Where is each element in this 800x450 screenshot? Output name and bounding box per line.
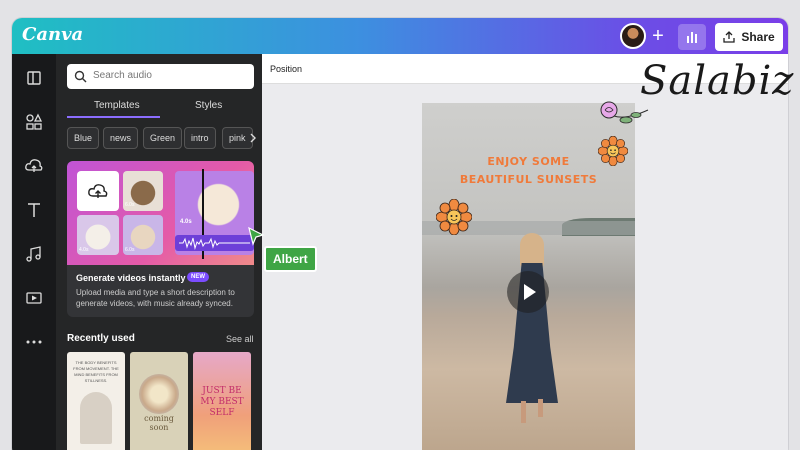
collaborator-name-label: Albert xyxy=(264,246,317,272)
audio-panel: Search audio Templates Styles Blue news … xyxy=(56,54,262,450)
share-button[interactable]: Share xyxy=(715,23,783,51)
generate-videos-card[interactable]: 6.0s 4.0s 6.0s 4.0s Generate videos inst… xyxy=(67,161,254,317)
promo-title: Generate videos instantly xyxy=(76,273,186,283)
insights-button[interactable] xyxy=(678,24,706,50)
share-label: Share xyxy=(741,30,775,44)
thumb-text: THE BODY BENEFITS FROM MOVEMENT. THE MIN… xyxy=(73,360,119,383)
search-icon xyxy=(74,70,87,83)
tile-duration: 6.0s xyxy=(125,202,135,208)
chip-blue[interactable]: Blue xyxy=(67,127,100,149)
yoga-figure-image xyxy=(80,392,112,444)
bar-chart-icon xyxy=(687,32,697,43)
canva-logo[interactable]: Canva xyxy=(22,24,83,45)
chevron-right-icon[interactable] xyxy=(249,133,257,143)
tile-duration: 4.0s xyxy=(79,247,89,253)
user-avatar[interactable] xyxy=(620,23,646,49)
thumb-text: coming soon xyxy=(144,414,174,432)
elements-icon[interactable] xyxy=(24,112,44,132)
position-button[interactable]: Position xyxy=(270,64,302,74)
recently-used-heading: Recently used xyxy=(67,333,135,344)
play-button[interactable] xyxy=(507,271,549,313)
text-icon[interactable] xyxy=(24,200,44,220)
recent-template-thumb[interactable]: THE BODY BENEFITS FROM MOVEMENT. THE MIN… xyxy=(67,352,125,450)
recent-template-thumb[interactable]: coming soon xyxy=(130,352,188,450)
see-all-link[interactable]: See all xyxy=(226,334,254,344)
flower-sticker-icon xyxy=(598,136,628,166)
chip-green[interactable]: Green xyxy=(143,127,183,149)
videos-icon[interactable] xyxy=(24,288,44,308)
woman-leg xyxy=(538,399,543,417)
tile-duration: 6.0s xyxy=(125,247,135,253)
recent-template-thumb[interactable]: JUST BE MY BEST SELF xyxy=(193,352,251,450)
promo-banner: 6.0s 4.0s 6.0s 4.0s xyxy=(67,161,254,265)
upload-tile xyxy=(77,171,119,211)
top-bar: Canva + Share xyxy=(12,18,788,54)
design-headline-line2: BEAUTIFUL SUNSETS xyxy=(459,173,598,186)
tile-duration: 4.0s xyxy=(180,219,192,225)
tab-templates[interactable]: Templates xyxy=(94,100,140,111)
audio-icon[interactable] xyxy=(24,244,44,264)
flower-sticker-icon xyxy=(436,199,472,235)
new-badge: NEW xyxy=(187,272,209,282)
chip-news[interactable]: news xyxy=(103,127,139,149)
active-tab-indicator xyxy=(67,116,160,118)
uploads-icon[interactable] xyxy=(24,156,44,176)
add-collaborator-button[interactable]: + xyxy=(646,24,670,48)
play-icon xyxy=(524,284,536,300)
tab-styles[interactable]: Styles xyxy=(195,100,222,111)
design-icon[interactable] xyxy=(24,68,44,88)
gradient-orb-image xyxy=(139,374,179,414)
more-icon[interactable] xyxy=(24,332,44,352)
chip-pink[interactable]: pink xyxy=(222,127,253,149)
chip-intro[interactable]: intro xyxy=(184,127,216,149)
editor-canvas: Position ENJOY SOME BEAUTIFUL SUNSETS xyxy=(262,54,788,450)
salabiz-signature: Salabiz xyxy=(640,58,795,104)
sidebar-rail xyxy=(12,54,56,450)
woman-leg xyxy=(521,401,526,423)
search-audio-input[interactable]: Search audio xyxy=(67,64,254,89)
collaborator-cursor-icon xyxy=(248,226,265,246)
share-upload-icon xyxy=(723,31,735,43)
search-placeholder: Search audio xyxy=(93,70,152,81)
audio-waveform-icon xyxy=(175,235,254,251)
thumb-text: JUST BE MY BEST SELF xyxy=(200,386,244,418)
cloud-upload-icon xyxy=(88,184,108,198)
promo-description: Upload media and type a short descriptio… xyxy=(76,288,235,308)
